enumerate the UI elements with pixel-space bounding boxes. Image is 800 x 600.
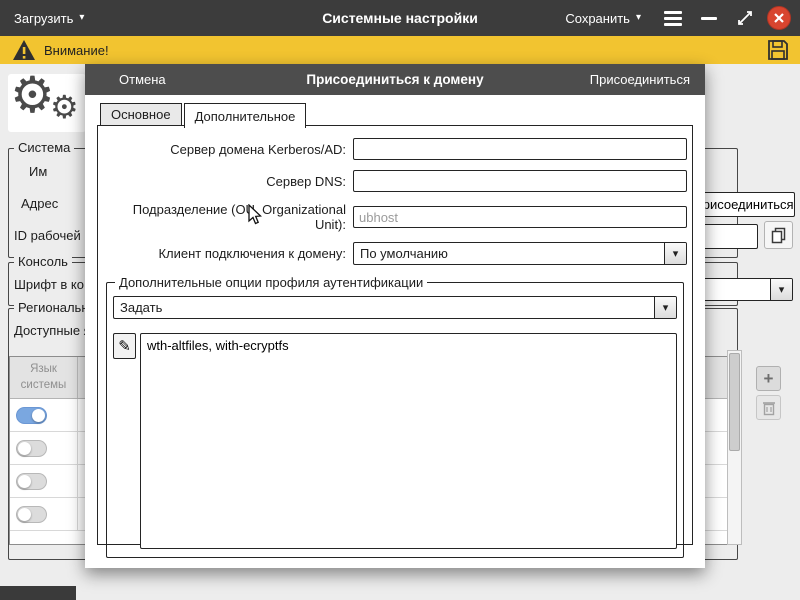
language-toggle-cell: [10, 465, 78, 497]
load-menu-label: Загрузить: [14, 11, 73, 26]
kerberos-server-label: Сервер домена Kerberos/AD:: [101, 142, 353, 157]
edit-options-button[interactable]: ✎: [113, 333, 136, 359]
top-menubar: Загрузить ▾ Системные настройки Сохранит…: [0, 0, 800, 36]
chevron-down-icon[interactable]: ▾: [770, 279, 792, 300]
caret-down-icon: ▾: [636, 13, 641, 23]
load-menu-button[interactable]: Загрузить ▾: [0, 0, 98, 36]
computer-name-label: Им: [29, 164, 47, 179]
join-button[interactable]: Присоединиться: [590, 72, 690, 87]
chevron-down-icon[interactable]: ▾: [654, 297, 676, 318]
workgroup-id-label: ID рабочей: [14, 228, 81, 243]
domain-client-select[interactable]: По умолчанию ▾: [353, 242, 687, 265]
system-group-label: Система: [14, 140, 74, 155]
warning-text: Внимание!: [44, 43, 109, 58]
available-languages-label: Доступные я: [14, 323, 91, 338]
server-address-label: Адрес: [21, 196, 58, 211]
caret-down-icon: ▾: [79, 13, 84, 23]
background-join-domain-button[interactable]: Присоединиться: [692, 192, 795, 217]
language-toggle-cell: [10, 498, 78, 530]
ou-input[interactable]: [353, 206, 687, 228]
cancel-button[interactable]: Отмена: [119, 72, 166, 87]
minimize-icon: [701, 17, 717, 20]
language-toggle-1[interactable]: [16, 440, 47, 457]
taskbar-fragment: [0, 586, 76, 600]
dns-server-label: Сервер DNS:: [101, 174, 353, 189]
auth-options-group: Дополнительные опции профиля аутентифика…: [106, 275, 684, 558]
language-toggle-3[interactable]: [16, 506, 47, 523]
join-domain-dialog: Отмена Присоединиться к домену Присоедин…: [85, 64, 705, 568]
copy-icon: [770, 226, 788, 244]
close-button[interactable]: [767, 6, 791, 30]
tab-additional[interactable]: Дополнительное: [184, 103, 307, 128]
language-toggle-cell: [10, 432, 78, 464]
dns-server-input[interactable]: [353, 170, 687, 192]
fullscreen-button[interactable]: [727, 0, 763, 36]
gear-icon: ⚙: [50, 88, 79, 126]
delete-language-button[interactable]: [756, 395, 781, 420]
add-language-button[interactable]: +: [756, 366, 781, 391]
language-toggle-2[interactable]: [16, 473, 47, 490]
warning-icon: [12, 39, 36, 61]
hamburger-icon: [664, 11, 682, 26]
chevron-down-icon[interactable]: ▾: [664, 243, 686, 264]
save-menu-button[interactable]: Сохранить ▾: [551, 0, 655, 36]
scrollbar-thumb[interactable]: [729, 353, 740, 451]
dialog-header: Отмена Присоединиться к домену Присоедин…: [85, 64, 705, 95]
save-file-icon[interactable]: [766, 38, 790, 62]
language-toggle-cell: [10, 399, 78, 431]
gear-icon: ⚙: [10, 66, 55, 124]
vertical-scrollbar[interactable]: [727, 350, 742, 545]
ou-label: Подразделение (OU, Organizational Unit):: [101, 202, 353, 232]
system-language-column-header: Язык системы: [10, 357, 78, 398]
close-icon: [773, 12, 785, 24]
app-logo: ⚙ ⚙: [8, 74, 86, 132]
kerberos-server-input[interactable]: [353, 138, 687, 160]
dialog-tabs: Основное Дополнительное: [100, 103, 308, 128]
auth-options-legend: Дополнительные опции профиля аутентифика…: [115, 275, 427, 290]
minimize-button[interactable]: [691, 0, 727, 36]
auth-options-textarea[interactable]: wth-altfiles, with-ecryptfs: [140, 333, 677, 549]
trash-icon: [762, 400, 776, 416]
console-group-label: Консоль: [14, 254, 72, 269]
expand-icon: [736, 9, 754, 27]
save-menu-label: Сохранить: [565, 11, 630, 26]
tab-basic[interactable]: Основное: [100, 103, 182, 125]
pencil-icon: ✎: [118, 339, 131, 354]
domain-client-label: Клиент подключения к домену:: [101, 246, 353, 261]
auth-mode-value: Задать: [114, 297, 654, 318]
language-toggle-0[interactable]: [16, 407, 47, 424]
tab-panel: Сервер домена Kerberos/AD: Сервер DNS: П…: [97, 125, 693, 545]
copy-button[interactable]: [764, 221, 793, 249]
console-font-label: Шрифт в ко: [14, 277, 84, 292]
domain-client-value: По умолчанию: [354, 243, 664, 264]
auth-mode-select[interactable]: Задать ▾: [113, 296, 677, 319]
hamburger-menu-button[interactable]: [655, 0, 691, 36]
warning-bar: Внимание!: [0, 36, 800, 64]
